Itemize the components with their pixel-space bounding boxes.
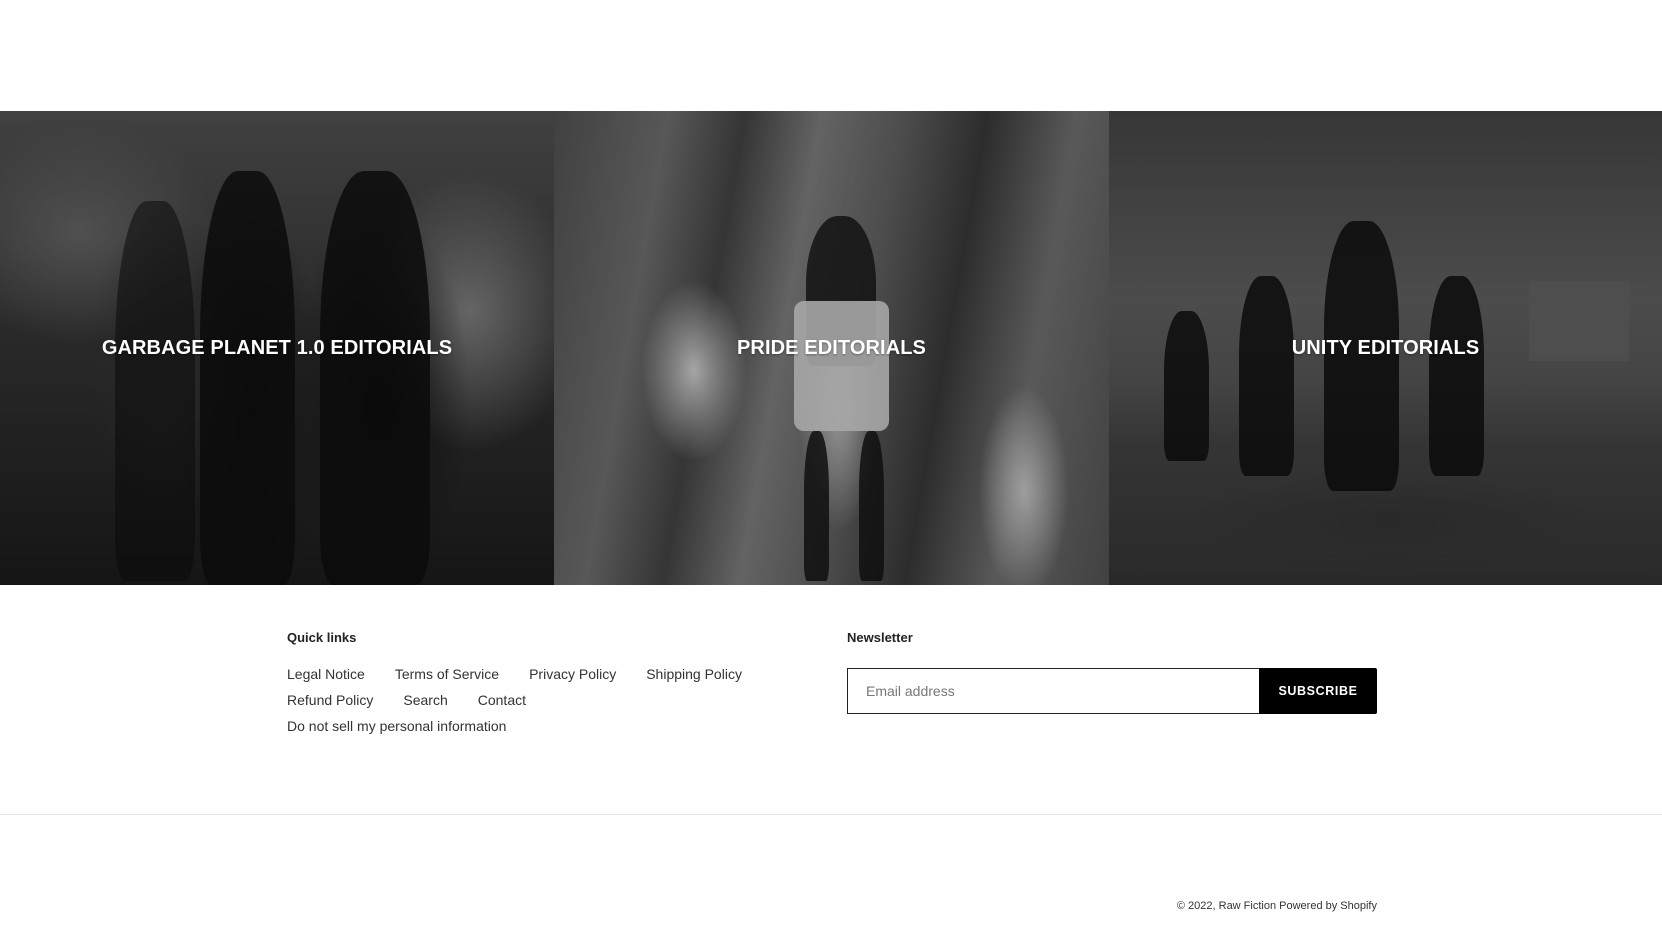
quick-links-list: Legal Notice Terms of Service Privacy Po… bbox=[287, 665, 787, 735]
powered-by-link[interactable]: Powered by Shopify bbox=[1279, 900, 1377, 912]
link-contact[interactable]: Contact bbox=[478, 691, 526, 709]
quick-links-section: Quick links Legal Notice Terms of Servic… bbox=[287, 630, 787, 735]
subscribe-button[interactable]: SUBSCRIBE bbox=[1259, 668, 1377, 714]
collection-title: PRIDE EDITORIALS bbox=[736, 336, 927, 359]
link-refund-policy[interactable]: Refund Policy bbox=[287, 691, 373, 709]
newsletter-heading: Newsletter bbox=[847, 630, 913, 645]
quick-links-heading: Quick links bbox=[287, 630, 357, 645]
email-input[interactable] bbox=[847, 668, 1259, 714]
collection-grid: GARBAGE PLANET 1.0 EDITORIALS PRIDE EDIT… bbox=[0, 111, 1662, 585]
collection-title: UNITY EDITORIALS bbox=[1291, 336, 1480, 359]
link-search[interactable]: Search bbox=[403, 691, 447, 709]
collection-card-pride[interactable]: PRIDE EDITORIALS bbox=[554, 111, 1109, 585]
copyright-text: © 2022, Raw Fiction Powered by Shopify bbox=[1177, 900, 1377, 912]
newsletter-form: SUBSCRIBE bbox=[847, 668, 1377, 714]
brand-link[interactable]: Raw Fiction bbox=[1219, 900, 1276, 912]
copyright-prefix: © 2022, bbox=[1176, 900, 1216, 912]
link-privacy-policy[interactable]: Privacy Policy bbox=[529, 665, 616, 683]
link-legal-notice[interactable]: Legal Notice bbox=[287, 665, 365, 683]
newsletter-section: Newsletter SUBSCRIBE bbox=[847, 630, 1377, 714]
link-do-not-sell[interactable]: Do not sell my personal information bbox=[287, 717, 506, 735]
footer-bottom-bar: © 2022, Raw Fiction Powered by Shopify bbox=[0, 815, 1662, 950]
collection-card-unity[interactable]: UNITY EDITORIALS bbox=[1109, 111, 1662, 585]
link-shipping-policy[interactable]: Shipping Policy bbox=[646, 665, 742, 683]
collection-card-garbage-planet[interactable]: GARBAGE PLANET 1.0 EDITORIALS bbox=[0, 111, 554, 585]
header-spacer bbox=[0, 0, 1662, 111]
collection-title: GARBAGE PLANET 1.0 EDITORIALS bbox=[101, 336, 453, 359]
site-footer: Quick links Legal Notice Terms of Servic… bbox=[0, 585, 1662, 815]
link-terms-of-service[interactable]: Terms of Service bbox=[395, 665, 499, 683]
